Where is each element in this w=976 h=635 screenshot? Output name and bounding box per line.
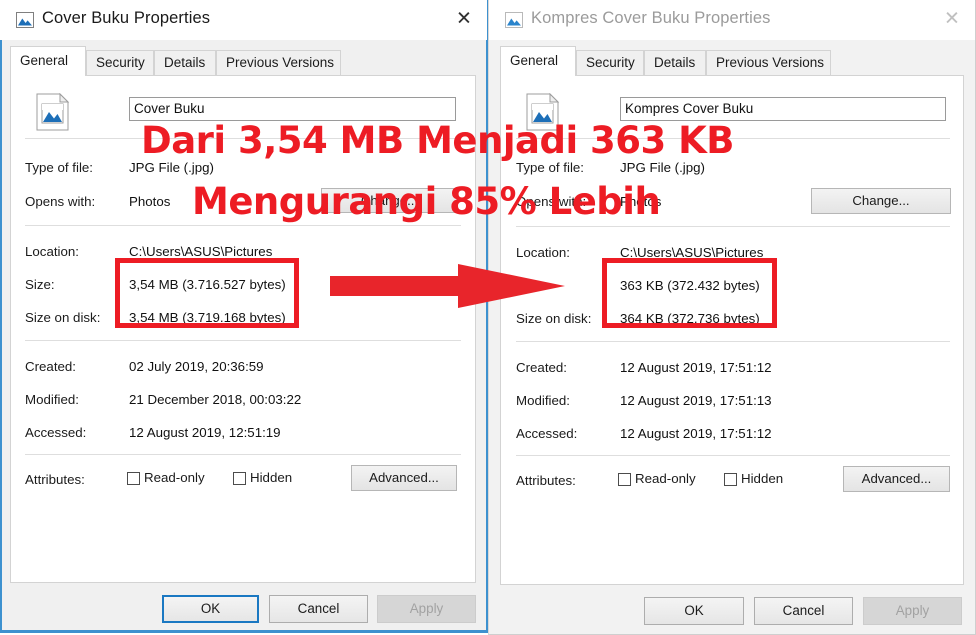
accessed-value-right: 12 August 2019, 17:51:12 [620,426,772,441]
apply-button-right: Apply [863,597,962,625]
location-label-right: Location: [516,245,570,260]
divider [516,341,950,342]
modified-label-left: Modified: [25,392,79,407]
tab-previous-versions-left[interactable]: Previous Versions [216,50,341,75]
checkbox-box[interactable] [127,472,140,485]
button-bar-right: OK Cancel Apply [489,584,975,634]
created-label-right: Created: [516,360,567,375]
apply-button-left: Apply [377,595,476,623]
divider [516,455,950,456]
ok-button-left[interactable]: OK [162,595,259,623]
readonly-label-right: Read-only [635,471,696,486]
screenshot-root: Cover Buku Properties ✕ General Security… [0,0,976,635]
image-file-icon [16,11,34,29]
created-label-left: Created: [25,359,76,374]
modified-value-right: 12 August 2019, 17:51:13 [620,393,772,408]
checkbox-box[interactable] [618,473,631,486]
opens-with-value-left: Photos [129,194,171,209]
size-on-disk-label-left: Size on disk: [25,310,101,325]
highlight-box-original-size [115,258,299,328]
attributes-label-left: Attributes: [25,472,85,487]
ok-button-right[interactable]: OK [644,597,744,625]
window-title-right: Kompres Cover Buku Properties [531,9,771,27]
cancel-button-right[interactable]: Cancel [754,597,853,625]
tab-general-left[interactable]: General [10,46,86,76]
file-name-field-right[interactable]: Kompres Cover Buku [620,97,946,121]
accessed-label-right: Accessed: [516,426,578,441]
type-of-file-label-left: Type of file: [25,160,93,175]
divider [25,225,461,226]
image-file-icon [36,92,70,131]
accessed-value-left: 12 August 2019, 12:51:19 [129,425,281,440]
created-value-left: 02 July 2019, 20:36:59 [129,359,264,374]
readonly-label-left: Read-only [144,470,205,485]
file-name-field-left[interactable]: Cover Buku [129,97,456,121]
change-button-right[interactable]: Change... [811,188,951,214]
hidden-label-right: Hidden [741,471,784,486]
location-value-left: C:\Users\ASUS\Pictures [129,244,273,259]
advanced-button-right[interactable]: Advanced... [843,466,950,492]
annotation-line-2: Mengurangi 85% Lebih [192,180,661,223]
divider [25,340,461,341]
title-bar-left[interactable]: Cover Buku Properties ✕ [0,0,487,40]
checkbox-box[interactable] [233,472,246,485]
size-label-left: Size: [25,277,55,292]
close-icon: ✕ [944,7,960,30]
hidden-label-left: Hidden [250,470,293,485]
right-arrow-icon [330,264,565,308]
created-value-right: 12 August 2019, 17:51:12 [620,360,772,375]
close-button-left[interactable]: ✕ [441,0,487,38]
tab-previous-versions-right[interactable]: Previous Versions [706,50,831,75]
divider [25,454,461,455]
title-bar-right[interactable]: Kompres Cover Buku Properties ✕ [489,0,975,40]
attributes-label-right: Attributes: [516,473,576,488]
modified-value-left: 21 December 2018, 00:03:22 [129,392,302,407]
close-button-right[interactable]: ✕ [929,0,975,38]
cancel-button-left[interactable]: Cancel [269,595,368,623]
type-of-file-label-right: Type of file: [516,160,584,175]
location-label-left: Location: [25,244,79,259]
close-icon: ✕ [456,7,472,30]
tab-security-left[interactable]: Security [86,50,154,75]
tab-security-right[interactable]: Security [576,50,644,75]
button-bar-left: OK Cancel Apply [0,582,487,632]
checkbox-box[interactable] [724,473,737,486]
tab-strip-left[interactable]: General Security Details Previous Versio… [10,46,476,76]
annotation-line-1: Dari 3,54 MB Menjadi 363 KB [141,119,735,162]
accessed-label-left: Accessed: [25,425,87,440]
highlight-box-compressed-size [602,258,777,328]
image-file-icon [505,11,523,29]
tab-strip-right[interactable]: General Security Details Previous Versio… [500,46,964,76]
opens-with-label-left: Opens with: [25,194,96,209]
type-of-file-value-left: JPG File (.jpg) [129,160,214,175]
window-title-left: Cover Buku Properties [42,9,211,27]
tab-details-right[interactable]: Details [644,50,706,75]
type-of-file-value-right: JPG File (.jpg) [620,160,705,175]
tab-details-left[interactable]: Details [154,50,216,75]
divider [516,226,950,227]
advanced-button-left[interactable]: Advanced... [351,465,457,491]
modified-label-right: Modified: [516,393,570,408]
tab-general-right[interactable]: General [500,46,576,76]
